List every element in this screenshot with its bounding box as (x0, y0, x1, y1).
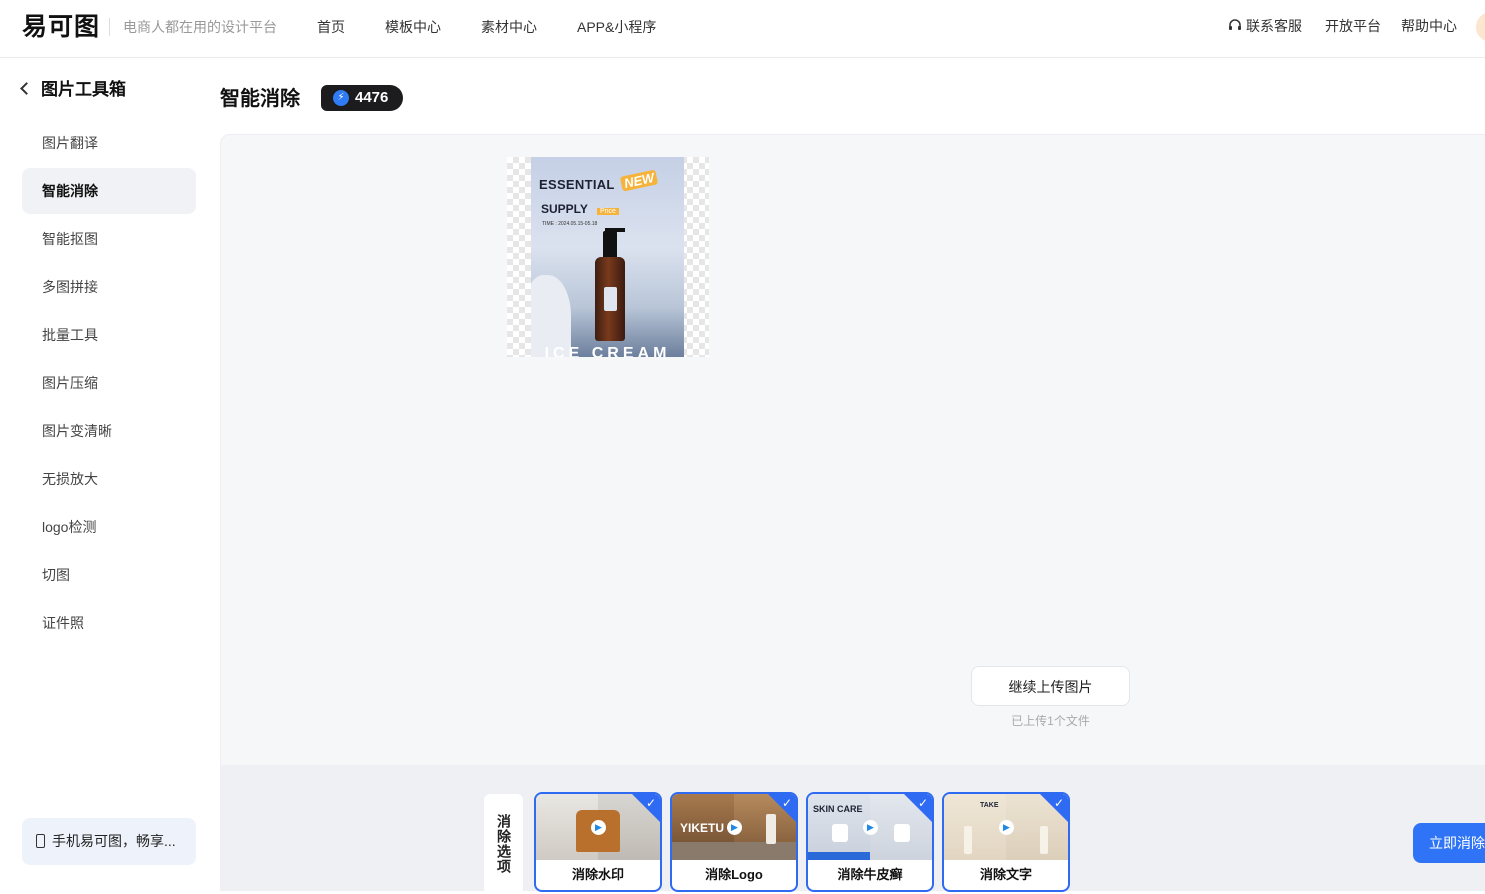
option-remove-ad-stickers[interactable]: SKIN CARE ▶ ✓ 消除牛皮癣 (806, 792, 934, 892)
arrow-right-icon: ▶ (999, 820, 1014, 835)
check-icon: ✓ (645, 796, 656, 810)
poster-bottle (595, 257, 625, 341)
site-logo[interactable]: 易可图 (22, 13, 100, 41)
poster-price-tag: Price (597, 208, 619, 215)
continue-upload-button[interactable]: 继续上传图片 (971, 666, 1130, 706)
credits-badge[interactable]: ⚡ 4476 (321, 85, 403, 111)
check-icon: ✓ (781, 796, 792, 810)
erase-options-label: 消除选项 (484, 794, 523, 894)
contact-support-label: 联系客服 (1246, 18, 1302, 34)
arrow-right-icon: ▶ (591, 820, 606, 835)
sidebar-item-smart-cutout[interactable]: 智能抠图 (22, 216, 196, 262)
toolbox-back-title[interactable]: 图片工具箱 (20, 78, 126, 102)
lightning-icon: ⚡ (333, 90, 349, 106)
thumb-skincare-text: SKIN CARE (813, 804, 863, 814)
chevron-left-icon (20, 82, 33, 95)
arrow-right-icon: ▶ (727, 820, 742, 835)
option-caption: 消除水印 (571, 867, 624, 882)
open-platform-link[interactable]: 开放平台 (1325, 17, 1381, 35)
sidebar-item-id-photo[interactable]: 证件照 (22, 600, 196, 646)
nav-templates[interactable]: 模板中心 (385, 18, 441, 36)
product-poster-image: ESSENTIAL NEW SUPPLY Price TIME : 2024.0… (531, 157, 684, 357)
nav-materials[interactable]: 素材中心 (481, 18, 537, 36)
toolbox-title-label: 图片工具箱 (41, 80, 126, 99)
check-icon: ✓ (917, 796, 928, 810)
sidebar: 图片工具箱 图片翻译 智能消除 智能抠图 多图拼接 批量工具 图片压缩 图片变清… (0, 58, 220, 891)
option-caption: 消除文字 (979, 867, 1032, 882)
sidebar-item-batch-tools[interactable]: 批量工具 (22, 312, 196, 358)
option-remove-text[interactable]: TAKE ▶ ✓ 消除文字 (942, 792, 1070, 892)
option-caption: 消除牛皮癣 (837, 867, 903, 882)
thumb-text-label: TAKE (980, 802, 999, 809)
contact-support-link[interactable]: 联系客服 (1228, 17, 1302, 35)
sidebar-item-compress[interactable]: 图片压缩 (22, 360, 196, 406)
nav-app[interactable]: APP&小程序 (577, 18, 656, 36)
arrow-right-icon: ▶ (863, 820, 878, 835)
upload-count-note: 已上传1个文件 (1011, 714, 1090, 728)
sidebar-item-image-translate[interactable]: 图片翻译 (22, 120, 196, 166)
work-area: ESSENTIAL NEW SUPPLY Price TIME : 2024.0… (220, 134, 1485, 766)
poster-new-badge: NEW (619, 169, 659, 192)
page-title: 智能消除 (220, 88, 300, 110)
user-avatar[interactable] (1476, 12, 1485, 42)
option-remove-watermark[interactable]: ▶ ✓ 消除水印 (534, 792, 662, 892)
sidebar-item-smart-erase[interactable]: 智能消除 (22, 168, 196, 214)
thumb-watermark-text: YIKETU (680, 821, 725, 835)
check-icon: ✓ (1053, 796, 1064, 810)
option-caption: 消除Logo (705, 867, 763, 882)
erase-options-bar: 消除选项 ▶ ✓ 消除水印 YIKETU ▶ ✓ 消除Logo SKIN CAR… (220, 765, 1485, 894)
poster-subtitle: SUPPLY (541, 202, 588, 216)
credits-count: 4476 (355, 89, 389, 106)
uploaded-image-preview[interactable]: ESSENTIAL NEW SUPPLY Price TIME : 2024.0… (507, 157, 709, 357)
sidebar-item-collage[interactable]: 多图拼接 (22, 264, 196, 310)
site-slogan: 电商人都在用的设计平台 (109, 18, 277, 36)
sidebar-item-slice[interactable]: 切图 (22, 552, 196, 598)
mobile-app-promo[interactable]: 手机易可图，畅享... (22, 818, 196, 865)
phone-icon (36, 834, 45, 848)
sidebar-item-logo-detect[interactable]: logo检测 (22, 504, 196, 550)
top-header: 易可图 电商人都在用的设计平台 首页 模板中心 素材中心 APP&小程序 联系客… (0, 0, 1485, 58)
sidebar-item-upscale[interactable]: 无损放大 (22, 456, 196, 502)
headset-icon (1229, 19, 1241, 30)
sidebar-item-enhance[interactable]: 图片变清晰 (22, 408, 196, 454)
mobile-promo-label: 手机易可图，畅享... (52, 833, 176, 849)
poster-time: TIME : 2024.05.15-05.18 (542, 221, 598, 227)
nav-home[interactable]: 首页 (317, 18, 345, 36)
erase-now-button[interactable]: 立即消除 (1413, 823, 1485, 863)
help-center-link[interactable]: 帮助中心 (1401, 17, 1457, 35)
poster-bottle-pump (603, 228, 625, 259)
poster-title: ESSENTIAL (539, 177, 615, 192)
poster-footer-text: ICE CREAM (544, 345, 671, 357)
option-remove-logo[interactable]: YIKETU ▶ ✓ 消除Logo (670, 792, 798, 892)
